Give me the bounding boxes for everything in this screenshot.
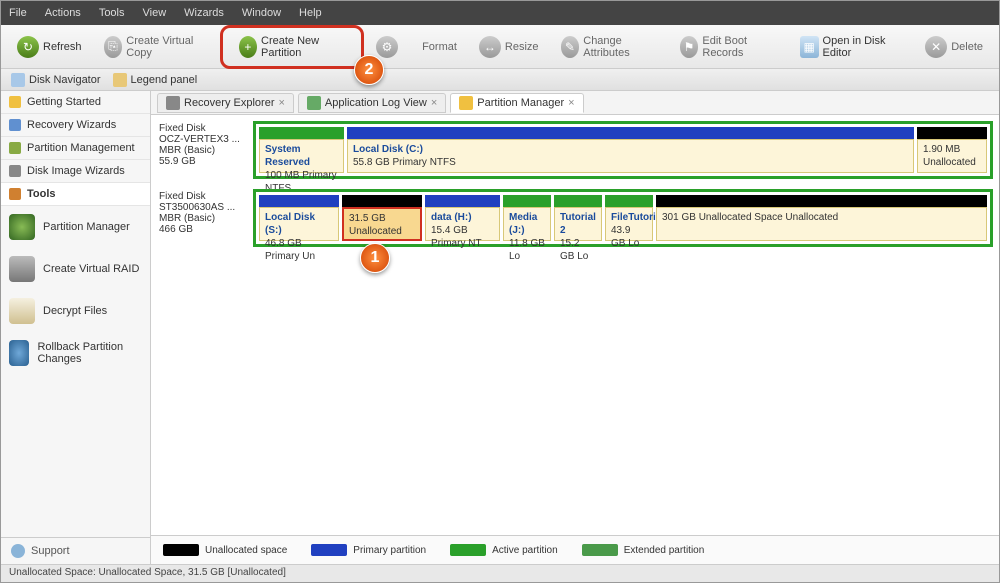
manager-icon xyxy=(459,96,473,110)
open-disk-editor-button[interactable]: ▦Open in Disk Editor xyxy=(790,30,913,64)
navigator-icon xyxy=(11,73,25,87)
copy-icon: ⎘ xyxy=(104,36,123,58)
callout-1: 1 xyxy=(360,243,390,273)
tools-icon xyxy=(9,188,21,200)
sidebar-item-disk-image-wizards[interactable]: Disk Image Wizards xyxy=(1,160,150,183)
disk-2-info: Fixed Disk ST3500630AS ... MBR (Basic) 4… xyxy=(157,189,247,247)
menu-file[interactable]: File xyxy=(9,7,27,19)
menu-window[interactable]: Window xyxy=(242,7,281,19)
resize-icon: ↔ xyxy=(479,36,501,58)
tool-rollback-partition-changes[interactable]: Rollback Partition Changes xyxy=(1,332,150,374)
tool-partition-manager[interactable]: Partition Manager xyxy=(1,206,150,248)
legend-primary: Primary partition xyxy=(311,544,426,556)
disk-2-map: Local Disk (S:)46.8 GB Primary Un 31.5 G… xyxy=(253,189,993,247)
partition-local-disk-s[interactable]: Local Disk (S:)46.8 GB Primary Un xyxy=(259,195,339,241)
tab-partition-manager[interactable]: Partition Manager× xyxy=(450,93,583,113)
resize-button: ↔Resize xyxy=(469,30,549,64)
menu-help[interactable]: Help xyxy=(299,7,322,19)
attributes-icon: ✎ xyxy=(561,36,580,58)
create-virtual-copy-button: ⎘Create Virtual Copy xyxy=(94,30,218,64)
menu-actions[interactable]: Actions xyxy=(45,7,81,19)
toolbar: ↻Refresh ⎘Create Virtual Copy +Create Ne… xyxy=(1,25,999,69)
close-icon[interactable]: × xyxy=(278,97,284,109)
partition-media-j[interactable]: Media (J:)11.8 GB Lo xyxy=(503,195,551,241)
disk-row-1: Fixed Disk OCZ-VERTEX3 ... MBR (Basic) 5… xyxy=(157,121,993,179)
tool-create-virtual-raid[interactable]: Create Virtual RAID xyxy=(1,248,150,290)
partition-data-h[interactable]: data (H:)15.4 GB Primary NT xyxy=(425,195,500,241)
status-bar: Unallocated Space: Unallocated Space, 31… xyxy=(1,564,999,582)
sidebar: Getting Started Recovery Wizards Partiti… xyxy=(1,91,151,564)
sidebar-item-partition-management[interactable]: Partition Management xyxy=(1,137,150,160)
panelbar: Disk Navigator Legend panel xyxy=(1,69,999,91)
create-new-partition-button[interactable]: +Create New Partition xyxy=(229,30,355,64)
legend-active: Active partition xyxy=(450,544,558,556)
legend-icon xyxy=(113,73,127,87)
delete-icon: ✕ xyxy=(925,36,947,58)
sidebar-item-recovery-wizards[interactable]: Recovery Wizards xyxy=(1,114,150,137)
support-link[interactable]: Support xyxy=(1,537,150,564)
main-panel: Recovery Explorer× Application Log View×… xyxy=(151,91,999,564)
menu-view[interactable]: View xyxy=(143,7,167,19)
disk-navigator-toggle[interactable]: Disk Navigator xyxy=(11,73,101,87)
partition-file-tutorial[interactable]: FileTutoria43.9 GB Lo xyxy=(605,195,653,241)
image-icon xyxy=(9,165,21,177)
menu-tools[interactable]: Tools xyxy=(99,7,125,19)
tool-decrypt-files[interactable]: Decrypt Files xyxy=(1,290,150,332)
partition-tutorial-2[interactable]: Tutorial 215.2 GB Lo xyxy=(554,195,602,241)
legend: Unallocated space Primary partition Acti… xyxy=(151,535,999,564)
sidebar-item-tools[interactable]: Tools xyxy=(1,183,150,206)
partition-icon: + xyxy=(239,36,257,58)
close-icon[interactable]: × xyxy=(568,97,574,109)
wizard-icon xyxy=(9,119,21,131)
partition-unallocated-large[interactable]: 301 GB Unallocated Space Unallocated xyxy=(656,195,987,241)
disk-area: Fixed Disk OCZ-VERTEX3 ... MBR (Basic) 5… xyxy=(151,115,999,535)
editor-icon: ▦ xyxy=(800,36,819,58)
lock-icon xyxy=(9,298,35,324)
partition-system-reserved[interactable]: System Reserved100 MB Primary NTFS xyxy=(259,127,344,173)
menubar: File Actions Tools View Wizards Window H… xyxy=(1,1,999,25)
tab-recovery-explorer[interactable]: Recovery Explorer× xyxy=(157,93,294,113)
log-icon xyxy=(307,96,321,110)
legend-unallocated: Unallocated space xyxy=(163,544,287,556)
partition-local-disk-c[interactable]: Local Disk (C:)55.8 GB Primary NTFS xyxy=(347,127,914,173)
rollback-icon xyxy=(9,340,29,366)
tab-application-log[interactable]: Application Log View× xyxy=(298,93,446,113)
partition-icon xyxy=(9,142,21,154)
menu-wizards[interactable]: Wizards xyxy=(184,7,224,19)
delete-button: ✕Delete xyxy=(915,30,993,64)
edit-boot-records-button: ⚑Edit Boot Records xyxy=(670,30,788,64)
close-icon[interactable]: × xyxy=(431,97,437,109)
partition-unallocated-selected[interactable]: 31.5 GB Unallocated xyxy=(342,195,422,241)
partition-unallocated-1[interactable]: 1.90 MB Unallocated xyxy=(917,127,987,173)
globe-icon xyxy=(9,214,35,240)
sidebar-item-getting-started[interactable]: Getting Started xyxy=(1,91,150,114)
change-attributes-button: ✎Change Attributes xyxy=(551,30,668,64)
disk-1-info: Fixed Disk OCZ-VERTEX3 ... MBR (Basic) 5… xyxy=(157,121,247,179)
info-icon xyxy=(11,544,25,558)
format-button: ⚙Format xyxy=(366,30,467,64)
disk-icon xyxy=(166,96,180,110)
raid-icon xyxy=(9,256,35,282)
boot-icon: ⚑ xyxy=(680,36,699,58)
disk-1-map: System Reserved100 MB Primary NTFS Local… xyxy=(253,121,993,179)
refresh-button[interactable]: ↻Refresh xyxy=(7,30,92,64)
legend-panel-toggle[interactable]: Legend panel xyxy=(113,73,198,87)
format-icon: ⚙ xyxy=(376,36,398,58)
tabs: Recovery Explorer× Application Log View×… xyxy=(151,91,999,115)
disk-row-2: Fixed Disk ST3500630AS ... MBR (Basic) 4… xyxy=(157,189,993,247)
star-icon xyxy=(9,96,21,108)
refresh-icon: ↻ xyxy=(17,36,39,58)
callout-2: 2 xyxy=(354,55,384,85)
legend-extended: Extended partition xyxy=(582,544,705,556)
